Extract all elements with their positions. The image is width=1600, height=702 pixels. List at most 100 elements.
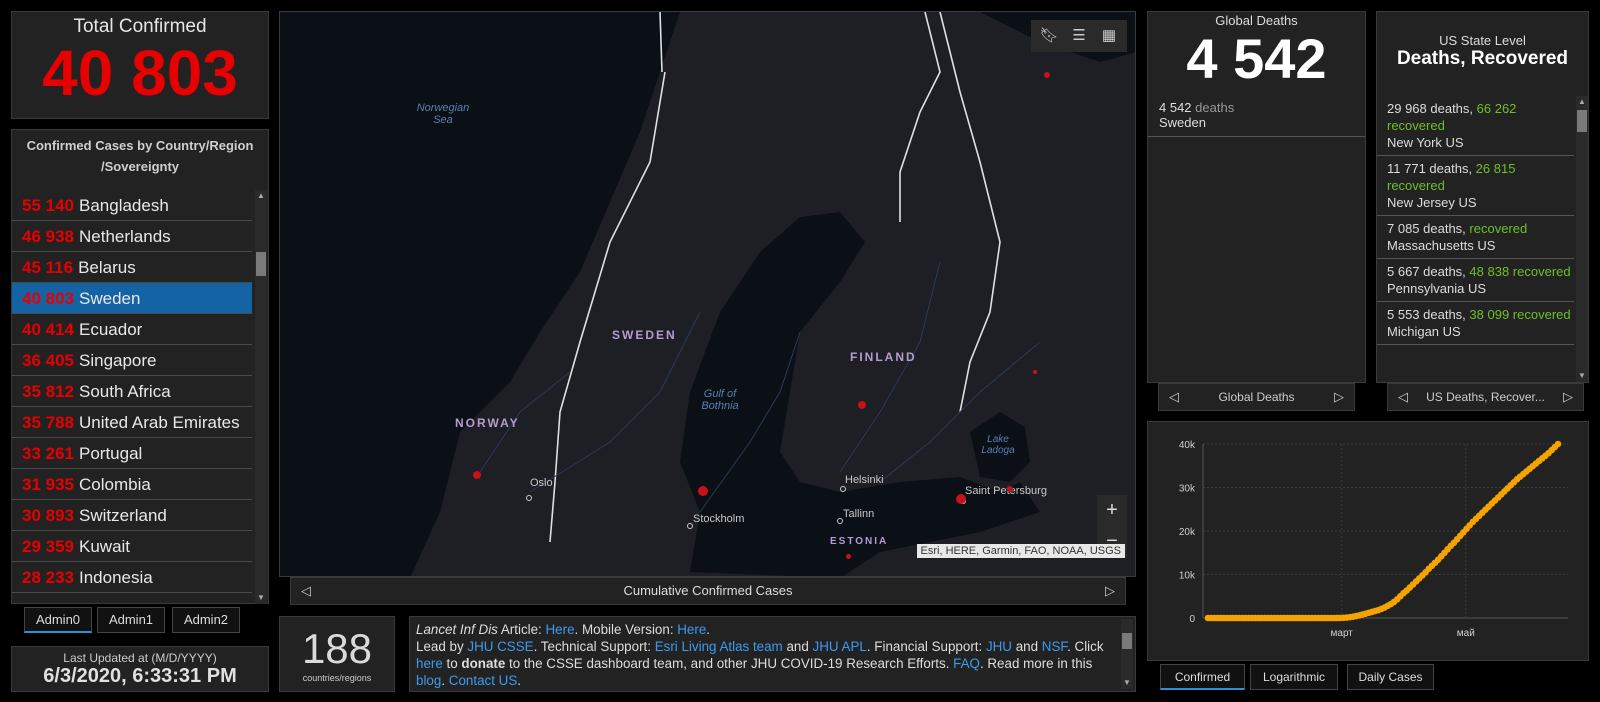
global-deaths-title: Global Deaths [1215, 13, 1298, 28]
case-bubble[interactable] [1044, 72, 1050, 78]
country-case-count: 31 935 [22, 475, 74, 494]
country-case-count: 40 414 [22, 320, 74, 339]
divider [1148, 136, 1365, 137]
info-text: Article: [497, 622, 546, 637]
country-row[interactable]: 35 788 United Arab Emirates [12, 407, 252, 438]
scroll-down-arrow-icon[interactable]: ▼ [1121, 677, 1133, 689]
us-state-row[interactable]: 5 667 deaths, 48 838 recovered Pennsylvan… [1377, 259, 1574, 302]
country-row[interactable]: 29 359 Kuwait [12, 531, 252, 562]
chevron-left-icon[interactable]: ◁ [1398, 384, 1408, 410]
country-name: Belarus [78, 258, 136, 277]
info-text: . [441, 673, 449, 688]
case-bubble-sweden[interactable] [698, 486, 708, 496]
info-text: and [782, 639, 813, 654]
country-row[interactable]: 30 893 Switzerland [12, 500, 252, 531]
tab-admin2[interactable]: Admin2 [172, 607, 240, 633]
country-row[interactable]: 45 116 Belarus [12, 252, 252, 283]
country-row[interactable]: 46 938 Netherlands [12, 221, 252, 252]
global-deaths-value: 4 542 [1186, 27, 1327, 90]
link-here-mobile[interactable]: Here [677, 622, 706, 637]
chevron-left-icon[interactable]: ◁ [1169, 384, 1179, 410]
country-name: Netherlands [79, 227, 171, 246]
case-bubble-saint-petersburg[interactable] [956, 494, 966, 504]
info-text-panel: Lancet Inf Dis Article: Here. Mobile Ver… [409, 616, 1136, 692]
country-case-count: 45 116 [22, 258, 74, 277]
country-row[interactable]: 40 414 Ecuador [12, 314, 252, 345]
tab-admin1[interactable]: Admin1 [97, 607, 165, 633]
link-contact[interactable]: Contact US [449, 673, 517, 688]
country-row[interactable]: 35 812 South Africa [12, 376, 252, 407]
map-view[interactable]: Norwegian Sea Gulf of Bothnia Lake Ladog… [279, 11, 1136, 577]
us-recovered-count: 26 815 [1475, 161, 1516, 176]
country-row[interactable]: 40 803 Sweden [12, 283, 252, 314]
link-faq[interactable]: FAQ [953, 656, 980, 671]
country-list-header: Confirmed Cases by Country/Region /Sover… [26, 138, 254, 174]
last-updated-panel: Last Updated at (M/D/YYYY) 6/3/2020, 6:3… [11, 646, 269, 692]
case-bubble-norway[interactable] [473, 471, 481, 479]
info-text: donate [461, 656, 506, 671]
case-bubble[interactable] [1033, 370, 1037, 374]
map-caption-bar: ◁ Cumulative Confirmed Cases ▷ [290, 577, 1126, 605]
country-list-scrollbar[interactable]: ▲ ▼ [255, 190, 267, 604]
zoom-in-button[interactable]: + [1097, 495, 1127, 526]
country-case-count: 46 938 [22, 227, 74, 246]
chevron-right-icon[interactable]: ▷ [1105, 578, 1115, 604]
us-deaths: 7 085 deaths, [1387, 221, 1470, 236]
scroll-down-arrow-icon[interactable]: ▼ [255, 592, 267, 604]
us-list-scrollbar[interactable]: ▲ ▼ [1576, 96, 1588, 382]
deaths-word: deaths [1195, 100, 1235, 115]
tab-confirmed[interactable]: Confirmed [1160, 664, 1245, 690]
scroll-down-arrow-icon[interactable]: ▼ [1576, 370, 1588, 382]
tab-admin0[interactable]: Admin0 [24, 607, 92, 633]
us-state-row[interactable]: 29 968 deaths, 66 262 recovered New York … [1377, 96, 1574, 156]
link-nsf[interactable]: NSF [1042, 639, 1067, 654]
confirmed-chart[interactable]: 0 10k 20k 30k 40k март май [1148, 422, 1588, 660]
legend-list-icon[interactable]: ☰ [1069, 26, 1089, 46]
us-state-row[interactable]: 5 553 deaths, 38 099 recovered Michigan U… [1377, 302, 1574, 345]
country-row[interactable]: 55 140 Bangladesh [12, 190, 252, 221]
map-caption: Cumulative Confirmed Cases [623, 583, 793, 598]
us-recovered-count: 66 262 [1476, 101, 1517, 116]
global-deaths-detail[interactable]: 4 542 deaths Sweden [1148, 100, 1365, 130]
country-row[interactable]: 28 233 Indonesia [12, 562, 252, 593]
water-label-gulf-of-bothnia: Gulf of Bothnia [701, 388, 739, 412]
scroll-thumb[interactable] [1577, 110, 1587, 132]
chevron-right-icon[interactable]: ▷ [1563, 384, 1573, 410]
country-case-count: 35 812 [22, 382, 74, 401]
scroll-thumb[interactable] [1122, 633, 1132, 649]
basemap-gallery-icon[interactable]: ▦ [1099, 26, 1119, 46]
tab-logarithmic[interactable]: Logarithmic [1250, 664, 1338, 690]
us-state-panel: US State Level Deaths, Recovered 29 968 … [1376, 11, 1589, 383]
tab-daily-cases[interactable]: Daily Cases [1347, 664, 1434, 690]
chevron-left-icon[interactable]: ◁ [301, 578, 311, 604]
link-esri[interactable]: Esri Living Atlas team [655, 639, 783, 654]
case-bubble-finland[interactable] [858, 401, 866, 409]
us-state-list[interactable]: 29 968 deaths, 66 262 recovered New York … [1377, 96, 1574, 384]
link-jhu-apl[interactable]: JHU APL [813, 639, 867, 654]
scroll-up-arrow-icon[interactable]: ▲ [1576, 96, 1588, 108]
us-deaths: 11 771 deaths, [1387, 161, 1476, 176]
info-scrollbar[interactable]: ▼ [1121, 619, 1133, 689]
link-jhu-csse[interactable]: JHU CSSE [467, 639, 533, 654]
country-list[interactable]: 55 140 Bangladesh 46 938 Netherlands 45 116 B… [12, 190, 252, 604]
us-state-row[interactable]: 7 085 deaths, recovered Massachusetts US [1377, 216, 1574, 259]
bookmark-icon[interactable]: 🔖︎ [1039, 26, 1059, 46]
country-name: Portugal [79, 444, 143, 463]
link-jhu[interactable]: JHU [986, 639, 1012, 654]
case-bubble[interactable] [1007, 486, 1013, 492]
country-row[interactable]: 36 405 Singapore [12, 345, 252, 376]
data-point [1554, 440, 1562, 448]
case-bubble-estonia[interactable] [846, 554, 851, 559]
us-deaths: 29 968 deaths, [1387, 101, 1477, 116]
scroll-up-arrow-icon[interactable]: ▲ [255, 190, 267, 202]
us-state-row[interactable]: 11 771 deaths, 26 815 recovered New Jerse… [1377, 156, 1574, 216]
link-here-article[interactable]: Here [546, 622, 575, 637]
link-blog[interactable]: blog [416, 673, 441, 688]
chevron-right-icon[interactable]: ▷ [1334, 384, 1344, 410]
info-text: to the CSSE dashboard team, and other JH… [505, 656, 954, 671]
map-label-sweden: SWEDEN [612, 328, 677, 342]
country-row[interactable]: 33 261 Portugal [12, 438, 252, 469]
link-here-donate[interactable]: here [416, 656, 443, 671]
scroll-thumb[interactable] [256, 252, 266, 277]
country-row[interactable]: 31 935 Colombia [12, 469, 252, 500]
